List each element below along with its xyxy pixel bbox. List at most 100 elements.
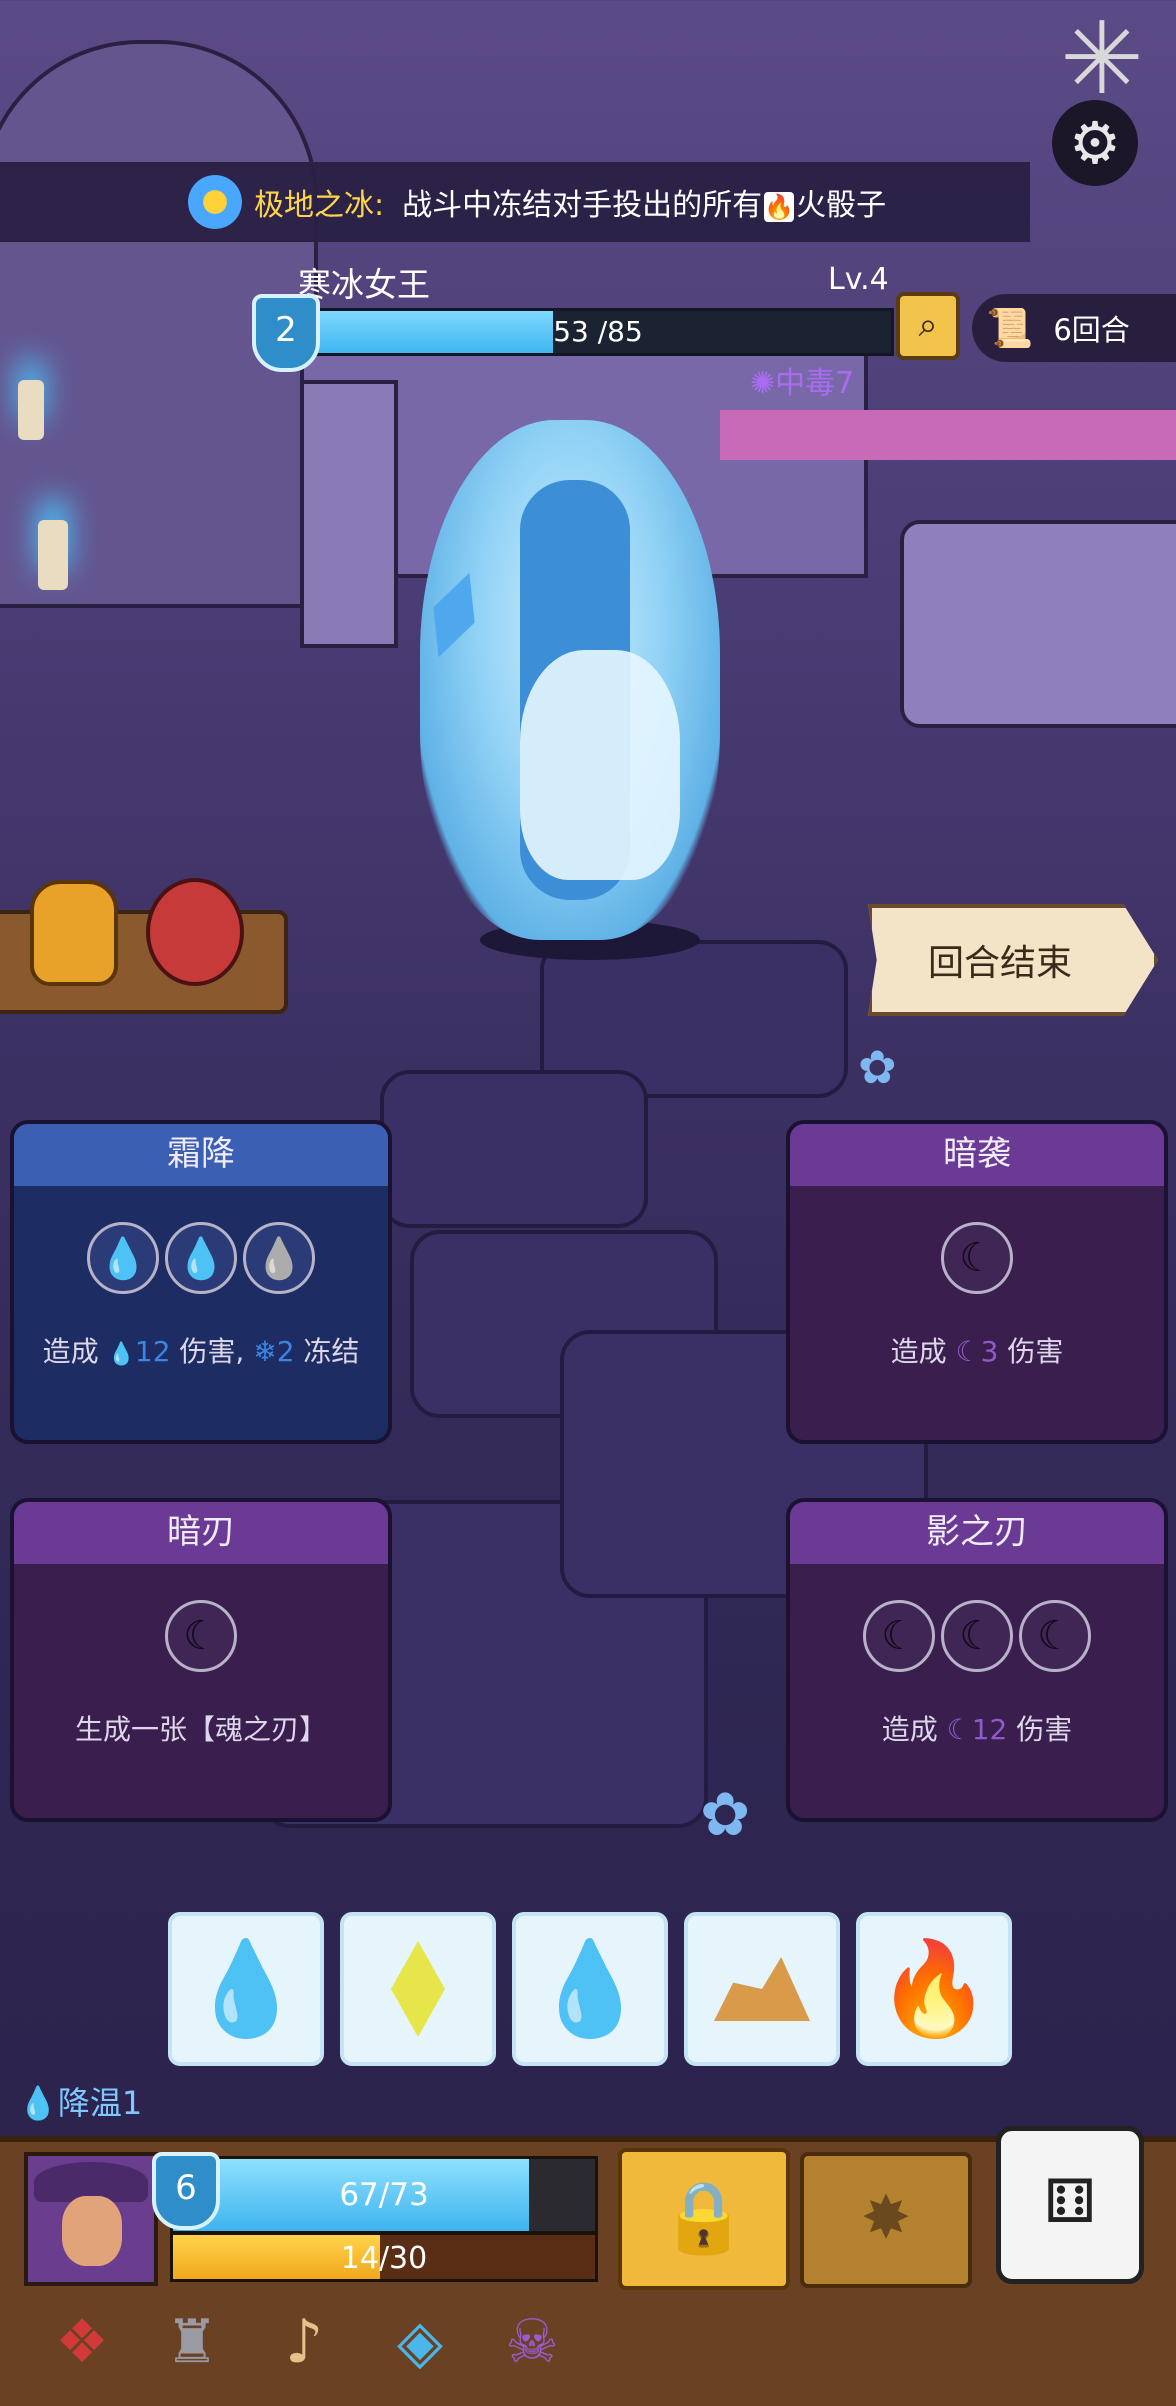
damage-value: 3 (980, 1335, 999, 1368)
frozen-fire-die[interactable]: 🔥 (856, 1912, 1012, 2066)
gem-ring-relic-icon[interactable]: ◈ (378, 2300, 462, 2384)
yellow-potion-icon[interactable] (30, 880, 118, 986)
banner-title: 极地之冰: (254, 188, 385, 223)
candle-icon (18, 380, 44, 440)
card-description: 造成 ☾3 伤害 (790, 1330, 1164, 1370)
chill-drop-icon: 💧 (18, 2084, 58, 2122)
armor-relic-icon[interactable]: ♜ (150, 2300, 234, 2384)
dice-icon: ⚅ (1043, 2167, 1097, 2237)
moon-icon: ☾ (183, 1613, 219, 1659)
skill-card-frost[interactable]: 霜降 💧 💧 💧 造成 💧12 伤害, ❄2 冻结 (10, 1120, 392, 1444)
dice-slot[interactable]: 💧 (243, 1222, 315, 1294)
desc-text: 冻结 (294, 1335, 360, 1368)
poison-icon: ✺ (750, 366, 776, 401)
card-title: 影之刃 (790, 1502, 1164, 1564)
face-icon (62, 2196, 122, 2266)
roll-dice-button[interactable]: ⚅ (996, 2126, 1144, 2284)
enemy-shield-icon: 2 (252, 294, 320, 372)
fire-dice-icon: 🔥 (764, 191, 795, 222)
end-turn-button[interactable]: 回合结束 (868, 904, 1158, 1016)
water-drop-icon: 💧 (107, 1342, 135, 1367)
dice-slots: 💧 💧 💧 (14, 1222, 388, 1294)
enemy-status-poison: ✺中毒7 (750, 358, 854, 402)
background-pillar (300, 380, 398, 648)
player-xp-bar: 14/30 (170, 2232, 598, 2282)
dice-slots: ☾ ☾ ☾ (790, 1600, 1164, 1672)
dice-slot[interactable]: ☾ (1019, 1600, 1091, 1672)
frozen-water-die[interactable]: 💧 (512, 1912, 668, 2066)
desc-text: 伤害 (1007, 1713, 1073, 1746)
dice-slot[interactable]: 💧 (87, 1222, 159, 1294)
chill-status-text: 降温1 (57, 2084, 143, 2122)
gear-icon[interactable]: ⚙ (1052, 100, 1138, 186)
water-drop-icon: 💧 (98, 1235, 148, 1282)
freeze-value: 2 (276, 1335, 295, 1368)
player-hp-bar: 67/73 (170, 2156, 598, 2234)
moon-icon: ☾ (946, 1713, 972, 1746)
lock-button[interactable]: 🔒 (618, 2148, 790, 2290)
damage-value: 12 (134, 1335, 171, 1368)
player-xp-text: 14/30 (340, 2241, 428, 2276)
card-description: 生成一张【魂之刃】 (74, 1713, 327, 1746)
scroll-icon: 📜 (986, 305, 1034, 350)
status-chill: 💧降温1 (18, 2078, 142, 2124)
horn-relic-icon[interactable]: ♪ (262, 2300, 346, 2384)
ice-queen-dress (520, 650, 680, 880)
dice-slots: ☾ (790, 1222, 1164, 1294)
desc-text: 伤害, (170, 1335, 245, 1368)
dice-slot[interactable]: 💧 (165, 1222, 237, 1294)
desc-text: 造成 (881, 1713, 947, 1746)
avatar[interactable] (24, 2152, 158, 2286)
dice-slots: ☾ (14, 1600, 388, 1672)
banner-description: 战斗中冻结对手投出的所有🔥火骰子 (402, 180, 886, 224)
card-title: 暗袭 (790, 1124, 1164, 1186)
red-potion-icon[interactable] (146, 878, 244, 986)
snowflake-icon: ❄ (253, 1335, 277, 1368)
dice-slot[interactable]: ☾ (941, 1222, 1013, 1294)
turn-counter: 📜 6回合 (972, 294, 1176, 362)
banner-desc-suffix: 火骰子 (796, 188, 887, 223)
red-rune-relic-icon[interactable]: ❖ (40, 2300, 124, 2384)
moon-icon: ☾ (955, 1335, 981, 1368)
yellow-diamond-icon (391, 1941, 445, 2037)
skill-card-shadow-blade[interactable]: 影之刃 ☾ ☾ ☾ 造成 ☾12 伤害 (786, 1498, 1168, 1822)
background-pink-stripe (720, 410, 1176, 460)
background-stone (380, 1070, 648, 1228)
magnifier-icon[interactable]: ⌕ (896, 292, 960, 360)
skill-button[interactable]: ✸ (800, 2152, 972, 2288)
enemy-level: Lv.4 (828, 262, 889, 297)
frozen-water-die[interactable]: 💧 (168, 1912, 324, 2066)
dice-slot[interactable]: ☾ (941, 1600, 1013, 1672)
blue-flower-icon: ✿ (858, 1040, 897, 1094)
desc-text: 伤害 (998, 1335, 1064, 1368)
water-drop-icon: 💧 (188, 1935, 304, 2042)
skill-card-ambush[interactable]: 暗袭 ☾ 造成 ☾3 伤害 (786, 1120, 1168, 1444)
end-turn-label: 回合结束 (927, 943, 1072, 984)
flame-icon: 🔥 (876, 1935, 992, 2042)
rock-icon (714, 1957, 810, 2021)
explosion-icon: ✸ (860, 2183, 912, 2253)
card-title: 霜降 (14, 1124, 388, 1186)
moon-icon: ☾ (881, 1613, 917, 1659)
banner-desc-prefix: 战斗中冻结对手投出的所有 (402, 188, 763, 223)
frozen-earth-die[interactable] (684, 1912, 840, 2066)
desc-text: 造成 (890, 1335, 956, 1368)
water-drop-icon: 💧 (532, 1935, 648, 2042)
spiderweb-icon: ✳ (1060, 0, 1144, 117)
ice-relic-icon (188, 175, 242, 229)
skill-card-dark-blade[interactable]: 暗刃 ☾ 生成一张【魂之刃】 (10, 1498, 392, 1822)
turn-count: 6回合 (1053, 313, 1130, 347)
lock-icon: 🔒 (660, 2176, 748, 2258)
poison-status-text: 中毒7 (775, 366, 855, 401)
dice-slot[interactable]: ☾ (165, 1600, 237, 1672)
card-title: 暗刃 (14, 1502, 388, 1564)
dice-slot[interactable]: ☾ (863, 1600, 935, 1672)
frozen-lightning-die[interactable] (340, 1912, 496, 2066)
water-drop-icon: 💧 (254, 1235, 304, 1282)
desc-text: 造成 (42, 1335, 108, 1368)
enemy-hp-bar: 53 /85 (302, 308, 894, 356)
enemy-hp-text: 53 /85 (553, 315, 643, 348)
skull-book-relic-icon[interactable]: ☠ (490, 2300, 574, 2384)
moon-icon: ☾ (1037, 1613, 1073, 1659)
card-description: 造成 ☾12 伤害 (790, 1708, 1164, 1748)
